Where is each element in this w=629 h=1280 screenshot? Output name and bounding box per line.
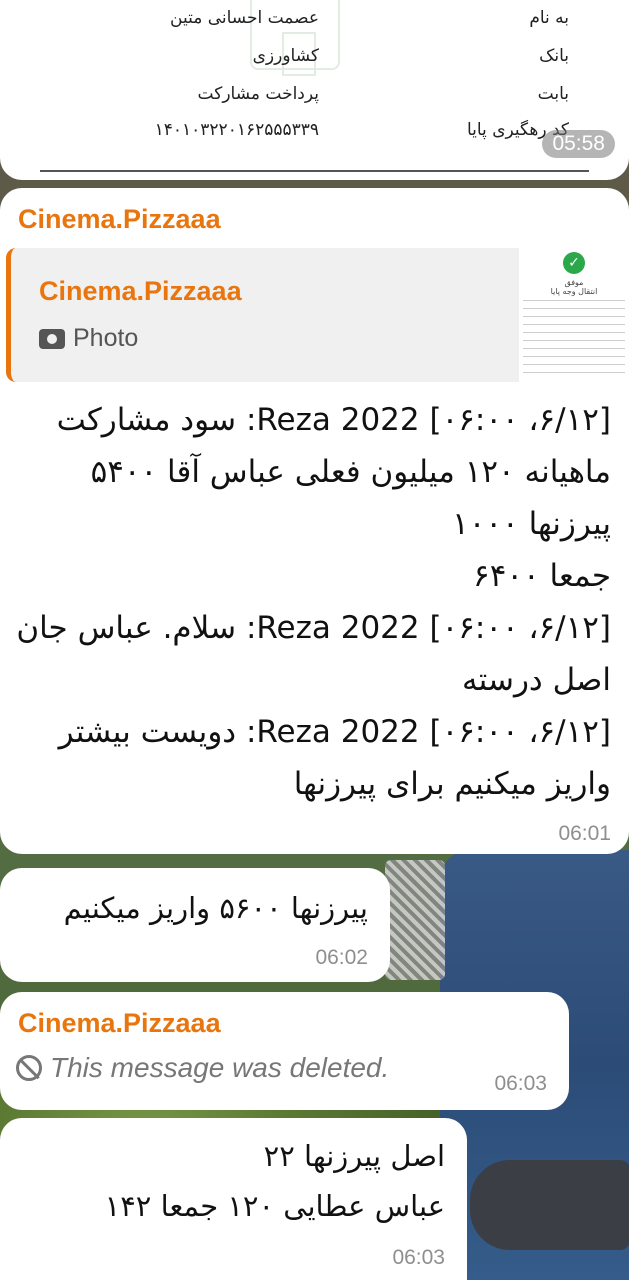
message-bubble[interactable]: Cinema.Pizzaaa Cinema.Pizzaaa Photo ✓ مو…	[0, 188, 629, 854]
message-time: 06:03	[392, 1246, 445, 1269]
deleted-text: This message was deleted.	[50, 1052, 390, 1083]
receipt-image-message[interactable]: به نام عصمت احسانی متین بانک کشاورزی باب…	[0, 0, 629, 180]
message-text: اصل پیرزنها ۲۲	[263, 1139, 445, 1173]
message-bubble[interactable]: پیرزنها ۵۶۰۰ واریز میکنیم 06:02	[0, 868, 390, 982]
reply-thumbnail: ✓ موفق انتقال وجه پایا	[519, 248, 629, 382]
thumbnail-lines	[523, 300, 625, 378]
message-text: [۶/۱۲، ۰۶:۰۰] Reza 2022: سلام. عباس جان …	[16, 610, 611, 698]
receipt-row: بانک کشاورزی	[252, 46, 569, 66]
sender-name[interactable]: Cinema.Pizzaaa	[18, 204, 221, 235]
message-time: 05:58	[542, 130, 615, 158]
message-bubble[interactable]: اصل پیرزنها ۲۲ عباس عطایی ۱۲۰ جمعا ۱۴۲ 0…	[0, 1118, 467, 1280]
receipt-row: کد رهگیری پایا ۱۴۰۱۰۳۲۲۰۱۶۲۵۵۵۳۳۹	[154, 120, 569, 140]
receipt-row: به نام عصمت احسانی متین	[170, 8, 569, 28]
divider	[40, 170, 589, 172]
message-text: جمعا ۶۴۰۰	[473, 558, 611, 594]
message-time: 06:01	[558, 822, 611, 845]
ban-icon	[16, 1055, 42, 1081]
success-check-icon: ✓	[563, 252, 585, 274]
message-bubble-deleted[interactable]: Cinema.Pizzaaa This message was deleted.…	[0, 992, 569, 1110]
camera-icon	[39, 328, 65, 349]
message-time: 06:02	[315, 946, 368, 969]
message-time: 06:03	[494, 1072, 547, 1095]
reply-sender-name: Cinema.Pizzaaa	[39, 276, 242, 306]
reply-preview[interactable]: Cinema.Pizzaaa Photo ✓ موفق انتقال وجه پ…	[6, 248, 629, 382]
sender-name[interactable]: Cinema.Pizzaaa	[18, 1008, 221, 1039]
reply-type-label: Photo	[73, 324, 139, 352]
thumbnail-title: موفق انتقال وجه پایا	[550, 278, 598, 296]
message-text: پیرزنها ۵۶۰۰ واریز میکنیم	[63, 891, 368, 925]
deleted-notice: This message was deleted.	[16, 1052, 389, 1084]
message-text: [۶/۱۲، ۰۶:۰۰] Reza 2022: سود مشارکت ماهی…	[56, 402, 611, 542]
message-text: [۶/۱۲، ۰۶:۰۰] Reza 2022: دویست بیشتر وار…	[58, 714, 611, 802]
receipt-row: بابت پرداخت مشارکت	[197, 84, 569, 104]
reply-type: Photo	[39, 324, 138, 353]
message-text: عباس عطایی ۱۲۰ جمعا ۱۴۲	[104, 1189, 445, 1223]
